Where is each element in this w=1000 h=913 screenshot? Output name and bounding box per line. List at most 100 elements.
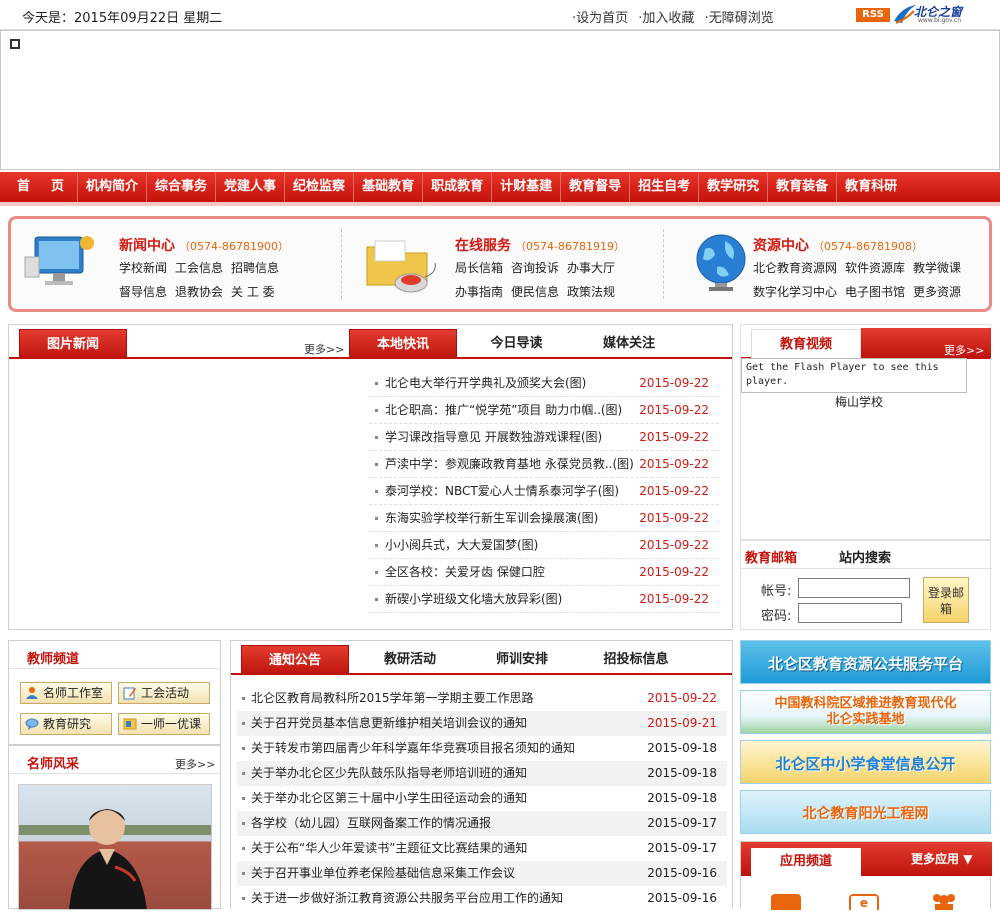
famous-teacher-studio-button[interactable]: 名师工作室 [20,682,112,704]
rss-button[interactable]: RSS [856,8,890,22]
app-people-icon[interactable] [927,892,961,910]
service-link[interactable]: 教学微课 [913,261,961,275]
service-link[interactable]: 关 工 委 [231,285,275,299]
service-link[interactable]: 电子图书馆 [845,285,905,299]
education-research-button[interactable]: 教育研究 [20,713,112,735]
notice-title[interactable]: 关于转发市第四届青少年科学嘉年华竞赛项目报名须知的通知 [251,736,575,761]
login-mail-button[interactable]: 登录邮箱 [923,577,969,623]
flash-player-placeholder[interactable]: Get the Flash Player to see this player. [741,358,967,393]
news-title[interactable]: 北仑职高：推广“悦学苑”项目 助力巾帼..(图) [385,397,622,424]
list-item[interactable]: 关于举办北仑区少先队鼓乐队指导老师培训班的通知 2015-09-18 [237,761,727,786]
canteen-info-banner[interactable]: 北仑区中小学食堂信息公开 [740,740,991,784]
list-item[interactable]: 关于召开事业单位养老保险基础信息采集工作会议 2015-09-16 [237,861,727,886]
list-item[interactable]: 关于公布“华人少年爱读书”主题征文比赛结果的通知 2015-09-17 [237,836,727,861]
service-link[interactable]: 办事指南 [455,285,503,299]
news-title[interactable]: 小小阅兵式，大大爱国梦(图) [385,532,538,559]
online-service-title[interactable]: 在线服务 （0574-86781919） [455,235,625,255]
tab-teaching-research[interactable]: 教研活动 [355,645,465,675]
app-e-icon[interactable]: e [849,894,879,910]
list-item[interactable]: 泰河学校：NBCT爱心人士情系泰河学子(图) 2015-09-22 [369,478,719,505]
resource-center-title[interactable]: 资源中心 （0574-86781908） [753,235,923,255]
service-link[interactable]: 便民信息 [511,285,559,299]
notice-title[interactable]: 关于召开事业单位养老保险基础信息采集工作会议 [251,861,515,886]
picnews-more-link[interactable]: 更多>> [304,341,344,357]
video-caption[interactable]: 梅山学校 [835,393,883,410]
list-item[interactable]: 北仑职高：推广“悦学苑”项目 助力巾帼..(图) 2015-09-22 [369,397,719,424]
service-link[interactable]: 督导信息 [119,285,167,299]
teacher-photo[interactable] [18,784,212,910]
modernization-base-banner[interactable]: 中国教科院区域推进教育现代化北仑实践基地 [740,690,991,734]
tab-apps[interactable]: 应用频道 [751,848,861,876]
list-item[interactable]: 关于召开党员基本信息更新维护相关培训会议的通知 2015-09-21 [237,711,727,736]
notice-title[interactable]: 关于进一步做好浙江教育资源公共服务平台应用工作的通知 [251,886,563,911]
nav-item[interactable]: 职成教育 [423,172,493,202]
tab-local-news[interactable]: 本地快讯 [349,329,457,359]
nav-item[interactable]: 教育装备 [768,172,838,202]
list-item[interactable]: 北仑区教育局教科所2015学年第一学期主要工作思路 2015-09-22 [237,686,727,711]
list-item[interactable]: 芦渎中学：参观廉政教育基地 永葆党员教..(图) 2015-09-22 [369,451,719,478]
tab-site-search[interactable]: 站内搜索 [839,547,891,566]
list-item[interactable]: 关于进一步做好浙江教育资源公共服务平台应用工作的通知 2015-09-16 [237,886,727,911]
video-more-link-overlay[interactable]: 更多>> [944,342,984,358]
news-title[interactable]: 芦渎中学：参观廉政教育基地 永葆党员教..(图) [385,451,634,478]
app-icon[interactable] [771,894,801,910]
notice-title[interactable]: 关于召开党员基本信息更新维护相关培训会议的通知 [251,711,527,736]
list-item[interactable]: 关于转发市第四届青少年科学嘉年华竞赛项目报名须知的通知 2015-09-18 [237,736,727,761]
tab-education-video[interactable]: 教育视频 [751,329,861,359]
news-title[interactable]: 新碶小学班级文化墙大放异彩(图) [385,586,562,613]
account-input[interactable] [798,578,910,598]
nav-item[interactable]: 教育督导 [561,172,631,202]
news-title[interactable]: 全区各校：关爱牙齿 保健口腔 [385,559,545,586]
tab-notices[interactable]: 通知公告 [241,645,349,675]
more-apps-link[interactable]: 更多应用 ▼ [911,850,972,867]
nav-item[interactable]: 机构简介 [78,172,148,202]
nav-item[interactable]: 综合事务 [147,172,217,202]
notice-title[interactable]: 各学校（幼儿园）互联网备案工作的情况通报 [251,811,491,836]
service-link[interactable]: 数字化学习中心 [753,285,837,299]
nav-item[interactable]: 计财基建 [492,172,562,202]
list-item[interactable]: 北仑电大举行开学典礼及颁奖大会(图) 2015-09-22 [369,370,719,397]
list-item[interactable]: 学习课改指导意见 开展数独游戏课程(图) 2015-09-22 [369,424,719,451]
teacher-style-more-link[interactable]: 更多>> [175,756,215,772]
service-link[interactable]: 办事大厅 [567,261,615,275]
add-favorite-link[interactable]: ·加入收藏 [638,11,694,26]
service-link[interactable]: 更多资源 [913,285,961,299]
list-item[interactable]: 小小阅兵式，大大爱国梦(图) 2015-09-22 [369,532,719,559]
site-logo[interactable]: 北仑之窗 www.bl.gov.cn [892,1,972,27]
tab-training-schedule[interactable]: 师训安排 [467,645,577,675]
tab-edu-mail[interactable]: 教育邮箱 [745,547,797,566]
accessibility-link[interactable]: ·无障碍浏览 [705,11,774,26]
list-item[interactable]: 东海实验学校举行新生军训会操展演(图) 2015-09-22 [369,505,719,532]
service-link[interactable]: 软件资源库 [845,261,905,275]
list-item[interactable]: 全区各校：关爱牙齿 保健口腔 2015-09-22 [369,559,719,586]
resource-platform-banner[interactable]: 北仑区教育资源公共服务平台 [740,640,991,684]
union-activity-button[interactable]: 工会活动 [118,682,210,704]
nav-item[interactable]: 招生自考 [630,172,700,202]
nav-item[interactable]: 教育科研 [837,172,905,202]
list-item[interactable]: 新碶小学班级文化墙大放异彩(图) 2015-09-22 [369,586,719,613]
news-title[interactable]: 北仑电大举行开学典礼及颁奖大会(图) [385,370,586,397]
service-link[interactable]: 工会信息 [175,261,223,275]
nav-item[interactable]: 党建人事 [216,172,286,202]
service-link[interactable]: 退教协会 [175,285,223,299]
notice-title[interactable]: 关于举办北仑区第三十届中小学生田径运动会的通知 [251,786,527,811]
notice-title[interactable]: 北仑区教育局教科所2015学年第一学期主要工作思路 [251,686,534,711]
sunshine-project-banner[interactable]: 北仑教育阳光工程网 [740,790,991,834]
news-title[interactable]: 学习课改指导意见 开展数独游戏课程(图) [385,424,602,451]
service-link[interactable]: 北仑教育资源网 [753,261,837,275]
nav-item[interactable]: 基础教育 [354,172,424,202]
news-title[interactable]: 东海实验学校举行新生军训会操展演(图) [385,505,598,532]
service-link[interactable]: 咨询投诉 [511,261,559,275]
service-link[interactable]: 招聘信息 [231,261,279,275]
tab-media-focus[interactable]: 媒体关注 [574,329,684,359]
notice-title[interactable]: 关于举办北仑区少先队鼓乐队指导老师培训班的通知 [251,761,527,786]
service-link[interactable]: 学校新闻 [119,261,167,275]
nav-item[interactable]: 首 页 [8,172,78,202]
service-link[interactable]: 局长信箱 [455,261,503,275]
tab-tender-info[interactable]: 招投标信息 [581,645,691,675]
one-teacher-one-class-button[interactable]: 一师一优课 [118,713,210,735]
service-link[interactable]: 政策法规 [567,285,615,299]
tab-picture-news[interactable]: 图片新闻 [19,329,127,359]
notice-title[interactable]: 关于公布“华人少年爱读书”主题征文比赛结果的通知 [251,836,527,861]
nav-item[interactable]: 纪检监察 [285,172,355,202]
